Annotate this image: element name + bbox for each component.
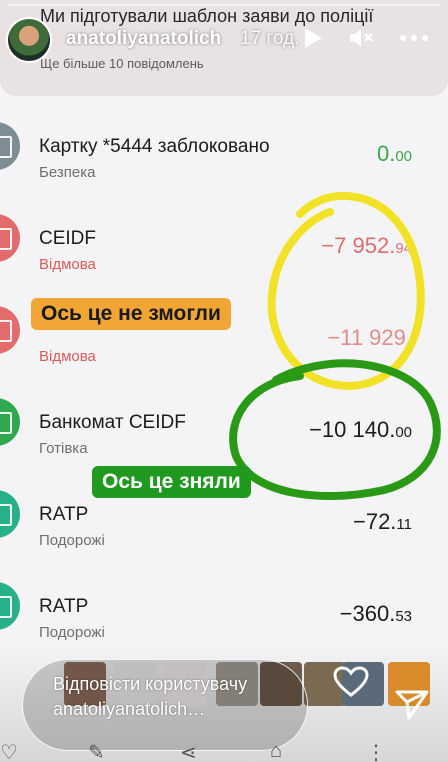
send-icon[interactable] [395,690,429,725]
amount-main: −11 929. [327,325,412,350]
share-icon[interactable]: ⋖ [180,740,197,762]
story-progress-bar [8,4,440,6]
story-viewer[interactable]: Ми підготували шаблон заяви до поліції Щ… [0,0,448,762]
banner-subtitle: Ще більше 10 повідомлень [40,56,204,71]
transaction-amount: −7 952.94 [321,233,412,259]
amount-main: −10 140. [309,417,396,442]
transaction-name: Картку *5444 заблоковано [39,136,270,157]
story-username[interactable]: anatoliyanatolich [66,28,221,50]
amount-main: −72. [352,509,397,534]
heart-outline-icon[interactable]: ♡ [0,740,18,762]
card-icon [0,582,20,630]
more-icon[interactable] [398,26,430,56]
annotation-label-withdrawn: Ось це зняли [92,466,251,498]
amount-cents: 00 [395,424,412,441]
transaction-category: Безпека [39,164,96,181]
card-icon [0,490,20,538]
transaction-category: Відмова [39,256,96,273]
card-icon [0,214,20,262]
transaction-category: Подорожі [39,532,105,549]
transaction-row[interactable]: CEIDF Відмова −7 952.94 [0,196,448,286]
transaction-amount: 0.00 [377,141,412,167]
reply-placeholder: Відповісти користувачу anatoliyanatolich… [53,674,248,719]
story-time: 17 год. [240,28,300,49]
transaction-name: CEIDF [39,228,96,249]
mute-icon[interactable] [348,26,374,56]
avatar[interactable] [6,17,52,63]
transaction-name: RATP [39,504,89,525]
transaction-row[interactable]: Картку *5444 заблоковано Безпека 0.00 [0,104,448,194]
transaction-category: Подорожі [39,624,105,641]
transaction-row[interactable]: RATP Подорожі −360.53 [0,564,448,654]
card-icon [0,306,20,354]
card-icon [0,122,20,170]
transaction-category: Відмова [39,348,96,365]
more-vertical-icon[interactable]: ⋮ [366,740,386,762]
reply-input[interactable]: Відповісти користувачу anatoliyanatolich… [22,659,308,751]
amount-cents: 11 [396,516,412,533]
transaction-category: Готівка [39,440,88,457]
transaction-name: Банкомат CEIDF [39,412,186,433]
transaction-amount: −72.11 [353,509,412,535]
annotation-label-failed: Ось це не змогли [31,298,231,330]
delete-icon[interactable]: ⌂ [270,740,282,762]
amount-main: −7 952. [321,233,396,258]
amount-cents: 94 [395,240,412,257]
play-icon[interactable] [302,26,324,56]
transaction-name: RATP [39,596,89,617]
heart-icon[interactable] [333,666,369,703]
amount-cents: 53 [395,608,412,625]
amount-main: −360. [339,601,396,626]
transaction-row[interactable]: Банкомат CEIDF Готівка −10 140.00 [0,380,448,470]
card-icon [0,398,20,446]
amount-cents: 00 [395,148,412,165]
amount-main: 0. [376,141,396,166]
transaction-amount: −11 929. [327,325,412,351]
edit-icon[interactable]: ✎ [88,740,105,762]
banner-title: Ми підготували шаблон заяви до поліції [40,6,374,26]
transaction-amount: −360.53 [340,601,412,627]
transaction-amount: −10 140.00 [309,417,412,443]
